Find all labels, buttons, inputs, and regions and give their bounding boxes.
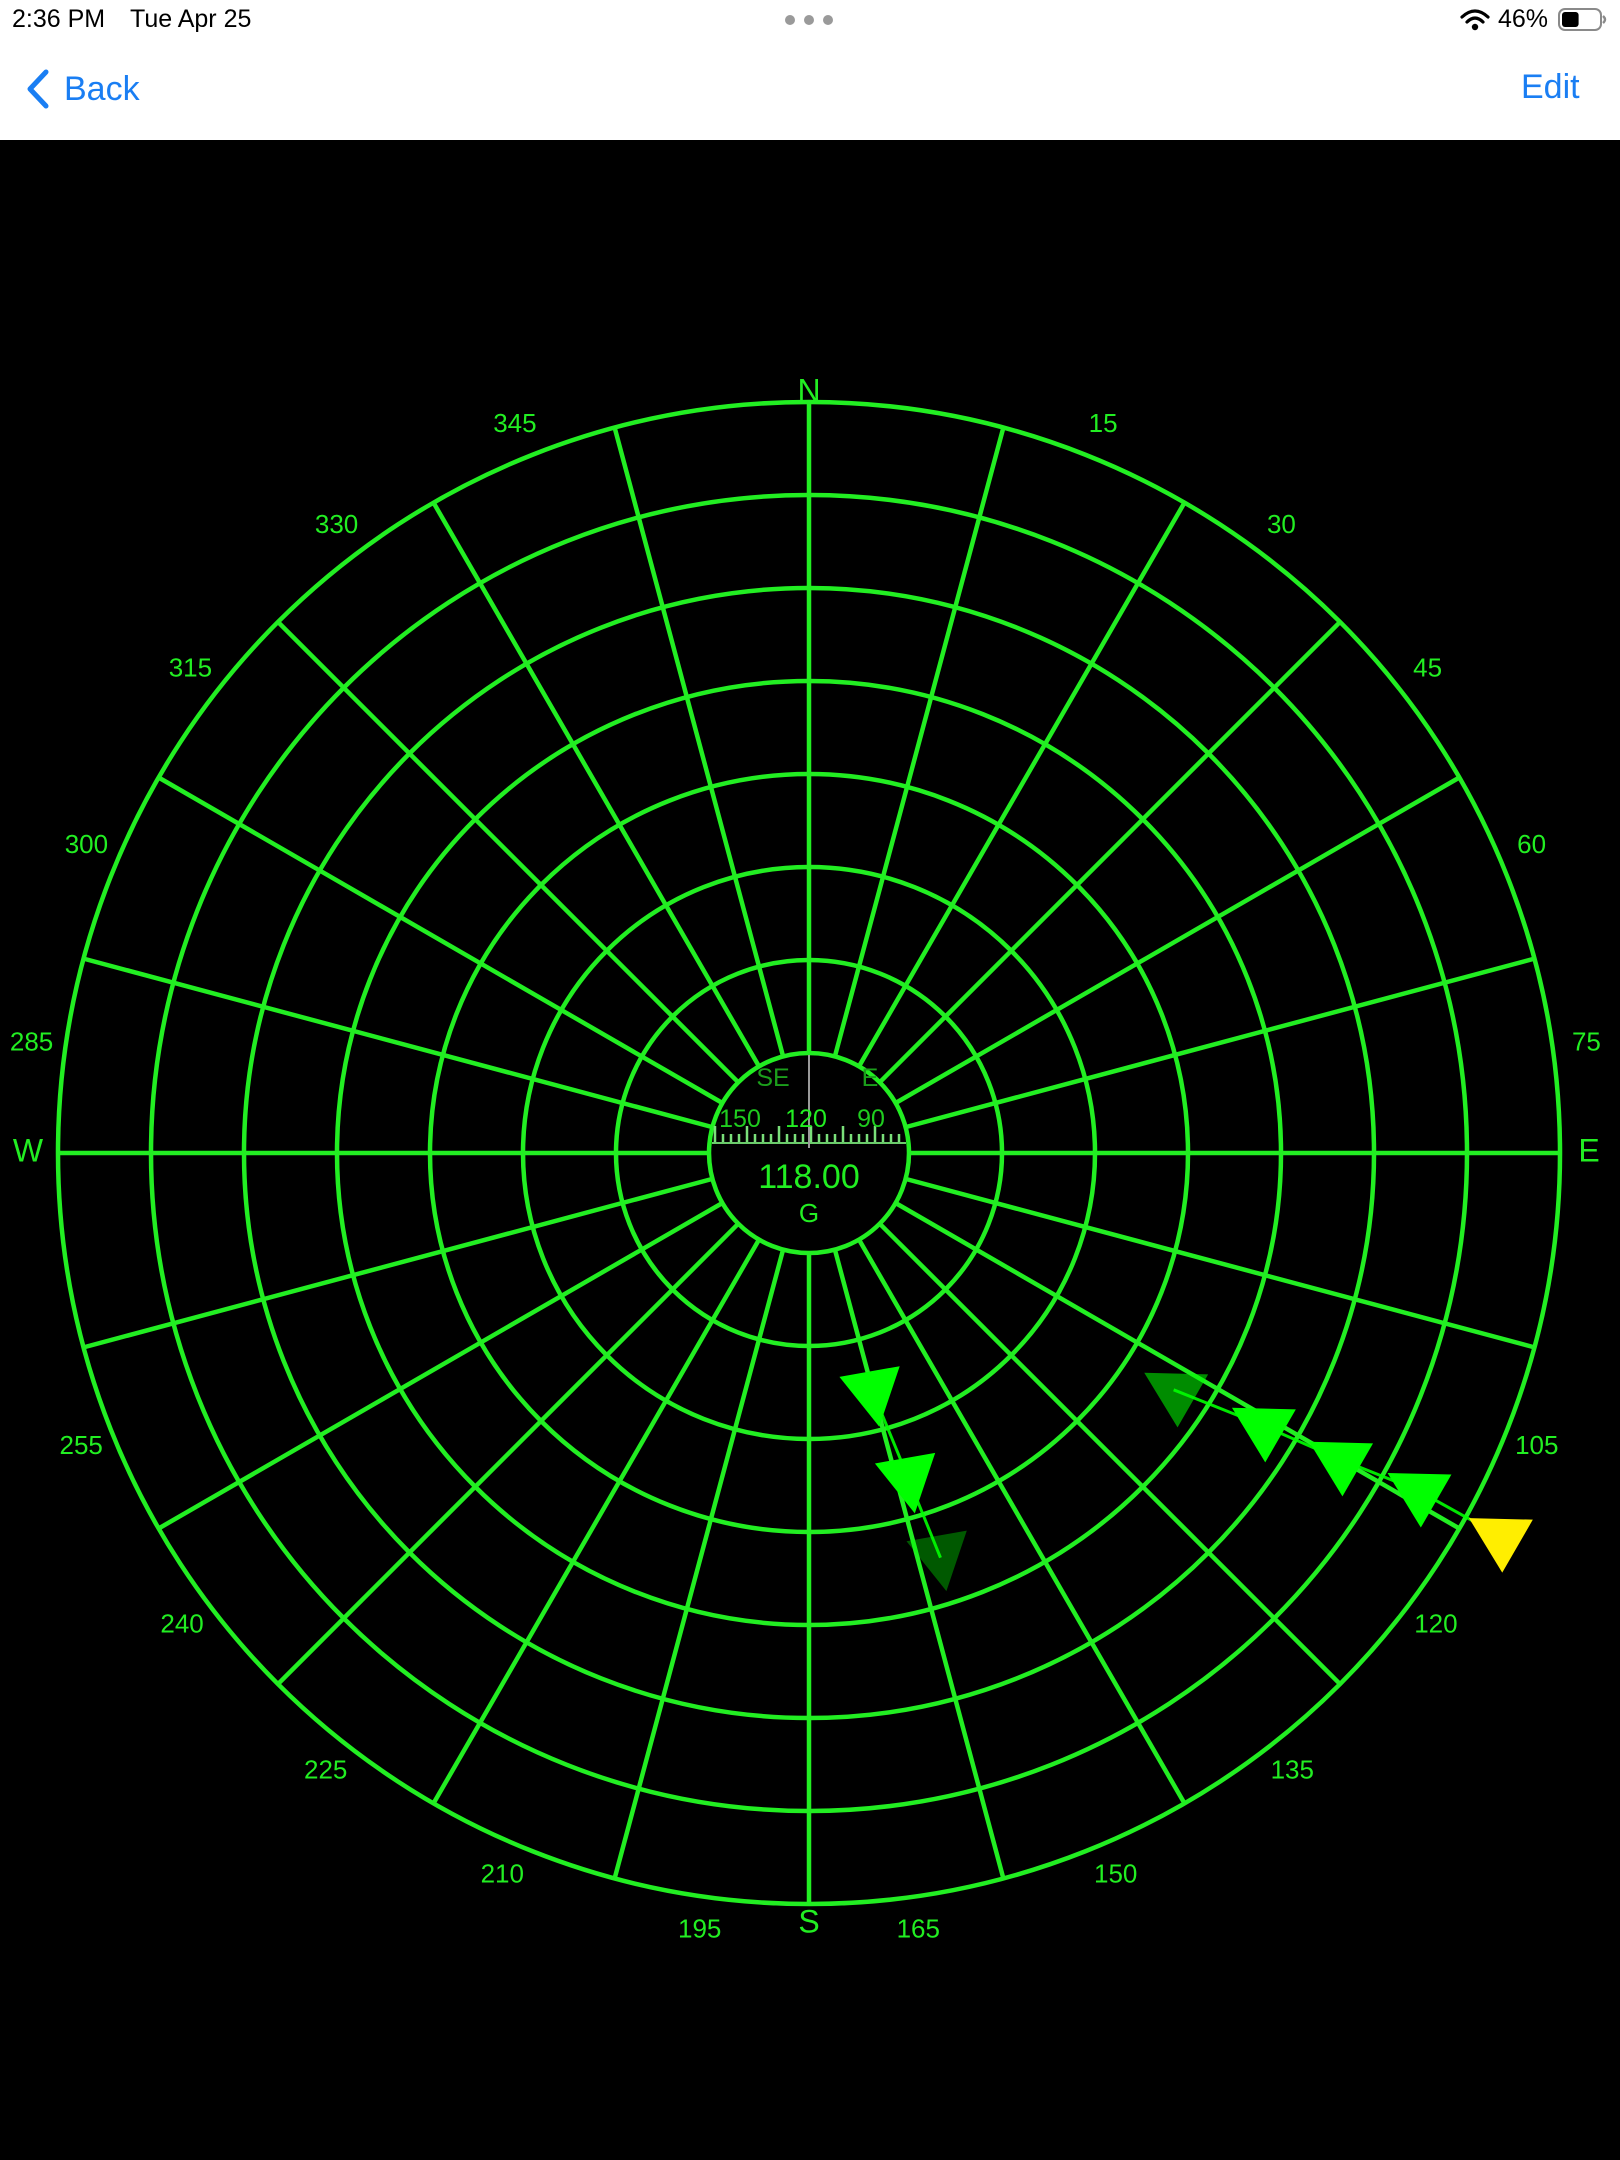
back-button[interactable]: Back: [24, 68, 140, 110]
status-time: 2:36 PM: [12, 5, 106, 33]
heading-value: 118.00: [758, 1158, 859, 1196]
bearing-label-135: 135: [1271, 1754, 1314, 1784]
chevron-left-icon: [27, 69, 49, 109]
bearing-label-195: 195: [678, 1913, 721, 1943]
wifi-icon: [1460, 9, 1490, 31]
bearing-label-60: 60: [1517, 829, 1546, 859]
cardinal-south-label: S: [798, 1903, 819, 1939]
battery-icon: [1558, 8, 1607, 31]
bearing-label-120: 120: [1414, 1608, 1457, 1638]
bearing-label-255: 255: [60, 1430, 103, 1460]
cardinal-east-label: E: [1578, 1132, 1599, 1168]
status-date: Tue Apr 25: [130, 5, 252, 33]
bearing-label-285: 285: [10, 1027, 53, 1057]
navigation-bar: Back Edit: [0, 40, 1620, 140]
bearing-label-150: 150: [1094, 1858, 1137, 1888]
bearing-label-105: 105: [1515, 1430, 1558, 1460]
bearing-label-345: 345: [493, 408, 536, 438]
bearing-label-15: 15: [1089, 408, 1118, 438]
tape-number-90: 90: [857, 1105, 885, 1133]
bearing-label-315: 315: [169, 653, 212, 683]
bearing-label-30: 30: [1267, 509, 1296, 539]
bearing-label-45: 45: [1413, 653, 1442, 683]
bearing-label-330: 330: [315, 509, 358, 539]
edit-label: Edit: [1521, 68, 1580, 106]
bearing-label-75: 75: [1572, 1027, 1601, 1057]
current-position-marker[interactable]: [1454, 1492, 1533, 1573]
tape-direction-se: SE: [756, 1064, 789, 1092]
heading-indicator[interactable]: SE E 150 120 90 118.00 G: [706, 1050, 912, 1256]
triangle-icon: [1309, 1441, 1374, 1497]
bearing-spoke: [878, 1222, 1342, 1686]
heading-mode: G: [799, 1198, 819, 1228]
track-a-marker[interactable]: [1294, 1415, 1374, 1497]
bearing-label-240: 240: [160, 1608, 203, 1638]
bearing-spoke: [878, 620, 1342, 1084]
bearing-label-225: 225: [304, 1754, 347, 1784]
cardinal-west-label: W: [13, 1132, 44, 1168]
cardinal-north-label: N: [797, 372, 820, 408]
multitask-dots-icon[interactable]: [784, 14, 836, 26]
tape-number-120: 120: [785, 1105, 827, 1133]
edit-button[interactable]: Edit: [1521, 68, 1580, 107]
bearing-spoke: [276, 620, 740, 1084]
back-label: Back: [64, 69, 140, 108]
bearing-label-165: 165: [897, 1913, 940, 1943]
status-bar: 2:36 PM Tue Apr 25 46%: [0, 0, 1620, 40]
tape-number-150: 150: [719, 1105, 761, 1133]
radar-display[interactable]: N E S W 15 30 45 60 75 105 120 135 150 165 195 210 2…: [0, 140, 1620, 2160]
battery-percent: 46%: [1498, 5, 1549, 33]
tape-direction-e: E: [862, 1064, 879, 1092]
bearing-spoke: [276, 1222, 740, 1686]
triangle-icon: [1468, 1518, 1533, 1573]
bearing-label-210: 210: [481, 1858, 524, 1888]
bearing-label-300: 300: [65, 829, 108, 859]
